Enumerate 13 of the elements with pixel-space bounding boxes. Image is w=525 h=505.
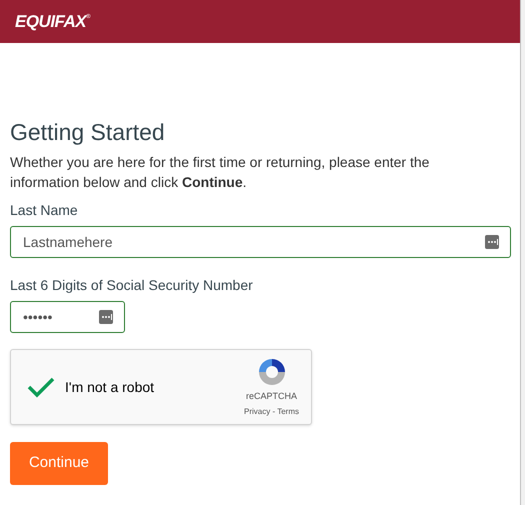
page-heading: Getting Started <box>10 118 166 147</box>
input-field[interactable]: Lastnamehere <box>10 226 511 258</box>
intro-text: Whether you are here for the first time or returning, please enter the information below and click Continue. <box>10 153 430 192</box>
field-label: Last 6 Digits of Social Security Number <box>10 276 254 295</box>
checkmark-icon <box>27 376 55 398</box>
recaptcha-brand: reCAPTCHA <box>246 390 298 404</box>
field-label: Last Name <box>10 201 79 220</box>
privacy-terms-links[interactable]: Privacy - Terms <box>244 406 299 418</box>
captcha-label: I'm not a robot <box>65 378 154 396</box>
password-manager-icon[interactable] <box>485 235 499 249</box>
password-manager-icon[interactable] <box>99 310 113 324</box>
logo: EQUIFAX <box>15 13 86 30</box>
input-field[interactable]: •••••• <box>10 301 125 333</box>
